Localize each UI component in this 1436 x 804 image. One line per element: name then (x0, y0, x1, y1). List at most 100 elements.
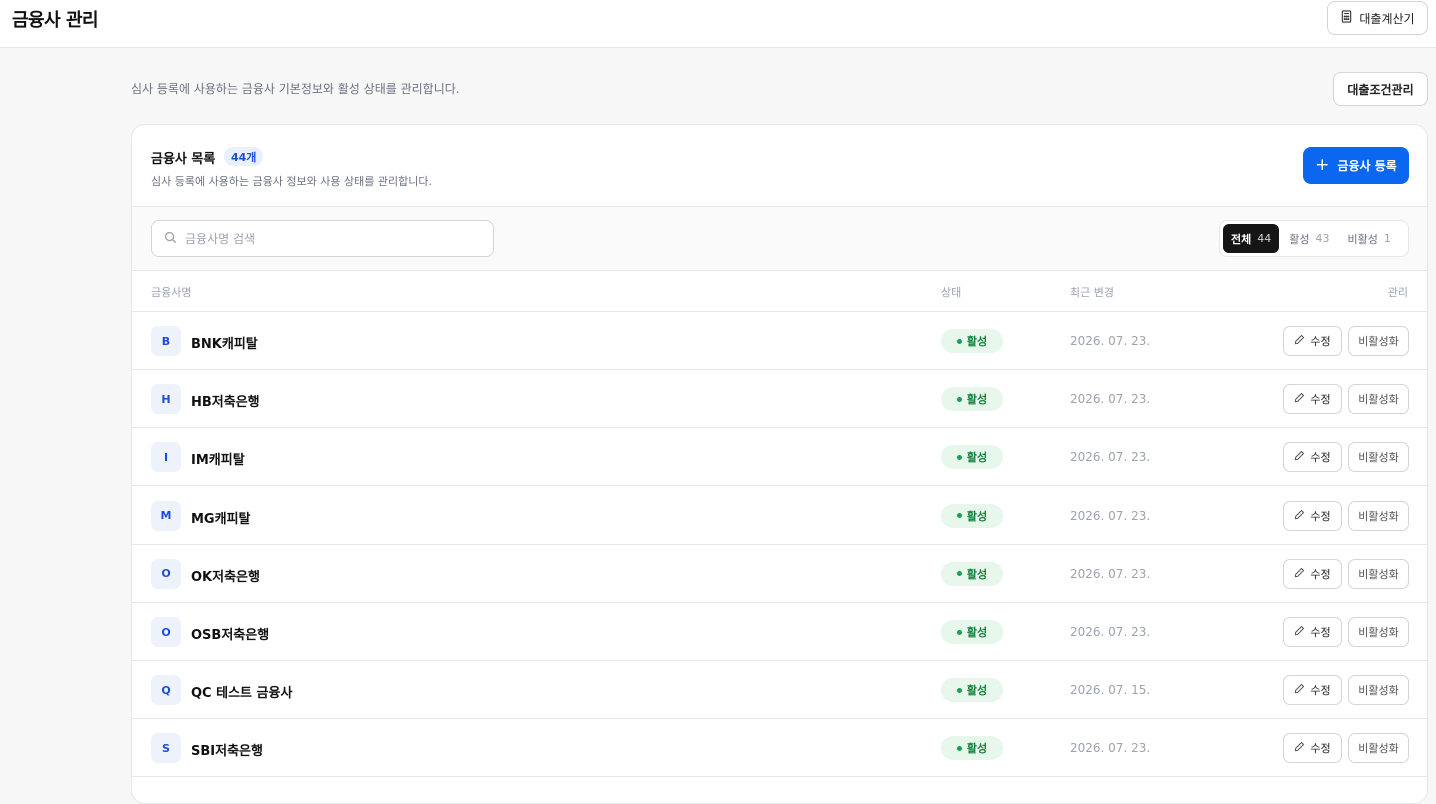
edit-button[interactable]: 수정 (1283, 733, 1342, 764)
status-label: 활성 (966, 742, 988, 756)
count-badge: 44개 (224, 147, 264, 166)
edit-label: 수정 (1310, 451, 1331, 465)
loan-calculator-label: 대출계산기 (1359, 11, 1415, 26)
company-avatar: Q (151, 675, 181, 706)
deactivate-button[interactable]: 비활성화 (1348, 617, 1409, 647)
deactivate-button[interactable]: 비활성화 (1348, 442, 1409, 473)
status-dot-icon (956, 338, 962, 344)
loan-calculator-button[interactable]: 대출계산기 (1327, 1, 1428, 35)
status-dot-icon (956, 571, 962, 577)
deactivate-button[interactable]: 비활성화 (1348, 500, 1409, 531)
status-badge: 활성 (941, 445, 1003, 470)
status-dot-icon (956, 513, 962, 519)
plus-icon: + (1315, 155, 1330, 175)
status-filter-group: 전체 44 활성 43 비활성 1 (1219, 220, 1409, 257)
card-header: 금융사 목록 44개 심사 등록에 사용하는 금융사 정보와 사용 상태를 관리… (132, 125, 1427, 207)
updated-date: 2026. 07. 23. (1070, 625, 1151, 639)
company-name: HB저축은행 (191, 395, 260, 411)
company-avatar: I (151, 442, 181, 473)
table-row: M MG캐피탈 활성 2026. 07. 23. 수정 비활성화 (132, 487, 1427, 545)
status-label: 활성 (966, 567, 988, 581)
status-badge: 활성 (941, 736, 1003, 761)
company-name: IM캐피탈 (191, 453, 245, 469)
deactivate-button[interactable]: 비활성화 (1348, 384, 1409, 415)
edit-button[interactable]: 수정 (1283, 500, 1342, 531)
deactivate-button[interactable]: 비활성화 (1348, 675, 1409, 706)
pencil-icon (1294, 683, 1305, 697)
table-row: I IM캐피탈 활성 2026. 07. 23. 수정 비활성화 (132, 428, 1427, 487)
status-badge: 활성 (941, 329, 1003, 353)
company-name: OK저축은행 (191, 569, 260, 585)
pencil-icon (1294, 567, 1305, 581)
column-manage: 관리 (1387, 286, 1408, 299)
page-title: 금융사 관리 (12, 10, 99, 31)
status-badge: 활성 (941, 387, 1003, 412)
search-icon (164, 229, 177, 248)
register-finance-company-button[interactable]: + 금융사 등록 (1303, 147, 1409, 184)
edit-label: 수정 (1310, 742, 1331, 756)
updated-date: 2026. 07. 23. (1070, 334, 1151, 348)
filter-inactive-label: 비활성 (1347, 232, 1378, 246)
edit-label: 수정 (1310, 567, 1331, 581)
pencil-icon (1294, 334, 1305, 348)
filter-inactive[interactable]: 비활성 1 (1340, 224, 1399, 253)
table-row: B BNK캐피탈 활성 2026. 07. 23. 수정 비활성화 (132, 312, 1427, 370)
table-row: O OK저축은행 활성 2026. 07. 23. 수정 비활성화 (132, 545, 1427, 603)
filter-all[interactable]: 전체 44 (1223, 224, 1280, 253)
status-label: 활성 (966, 335, 988, 348)
filter-active[interactable]: 활성 43 (1281, 224, 1337, 253)
pencil-icon (1294, 741, 1305, 755)
column-date: 최근 변경 (1070, 286, 1114, 299)
company-avatar: B (151, 326, 181, 356)
company-avatar: M (151, 500, 181, 531)
updated-date: 2026. 07. 23. (1070, 392, 1151, 407)
column-name: 금융사명 (151, 286, 192, 299)
search-box[interactable] (151, 220, 494, 257)
edit-button[interactable]: 수정 (1283, 617, 1342, 647)
edit-label: 수정 (1310, 684, 1331, 698)
edit-label: 수정 (1310, 335, 1331, 348)
edit-button[interactable]: 수정 (1283, 384, 1342, 415)
status-dot-icon (956, 745, 962, 751)
deactivate-button[interactable]: 비활성화 (1348, 558, 1409, 589)
table-row: O OSB저축은행 활성 2026. 07. 23. 수정 비활성화 (132, 603, 1427, 661)
edit-button[interactable]: 수정 (1283, 675, 1342, 706)
filter-active-label: 활성 (1289, 232, 1310, 246)
pencil-icon (1294, 450, 1305, 464)
edit-button[interactable]: 수정 (1283, 442, 1342, 473)
column-status: 상태 (941, 286, 962, 299)
edit-button[interactable]: 수정 (1283, 326, 1342, 356)
company-name: SBI저축은행 (191, 744, 263, 760)
pencil-icon (1294, 392, 1305, 406)
search-input[interactable] (185, 231, 475, 246)
company-avatar: H (151, 384, 181, 415)
status-badge: 활성 (941, 503, 1003, 528)
card-subtitle: 심사 등록에 사용하는 금융사 정보와 사용 상태를 관리합니다. (151, 175, 432, 188)
filter-inactive-count: 1 (1383, 232, 1391, 245)
status-label: 활성 (966, 451, 988, 465)
status-label: 활성 (966, 626, 988, 639)
pencil-icon (1294, 509, 1305, 523)
edit-button[interactable]: 수정 (1283, 558, 1342, 589)
company-name: MG캐피탈 (191, 511, 251, 527)
status-badge: 활성 (941, 620, 1003, 644)
company-name: OSB저축은행 (191, 628, 270, 643)
card-title: 금융사 목록 (151, 152, 216, 167)
updated-date: 2026. 07. 23. (1070, 450, 1151, 465)
table-row: H HB저축은행 활성 2026. 07. 23. 수정 비활성화 (132, 370, 1427, 429)
company-avatar: O (151, 558, 181, 589)
table-row: S SBI저축은행 활성 2026. 07. 23. 수정 비활성화 (132, 719, 1427, 778)
edit-label: 수정 (1310, 626, 1331, 639)
deactivate-button[interactable]: 비활성화 (1348, 733, 1409, 764)
updated-date: 2026. 07. 23. (1070, 508, 1151, 523)
status-label: 활성 (966, 393, 988, 407)
company-name: BNK캐피탈 (191, 337, 258, 352)
edit-label: 수정 (1310, 393, 1331, 407)
edit-label: 수정 (1310, 509, 1331, 523)
page-description: 심사 등록에 사용하는 금융사 기본정보와 활성 상태를 관리합니다. (131, 82, 460, 96)
loan-condition-button[interactable]: 대출조건관리 (1333, 72, 1428, 106)
deactivate-button[interactable]: 비활성화 (1348, 326, 1409, 356)
table-row: Q QC 테스트 금융사 활성 2026. 07. 15. 수정 비활성화 (132, 661, 1427, 720)
filter-active-count: 43 (1315, 232, 1330, 245)
updated-date: 2026. 07. 23. (1070, 741, 1151, 756)
